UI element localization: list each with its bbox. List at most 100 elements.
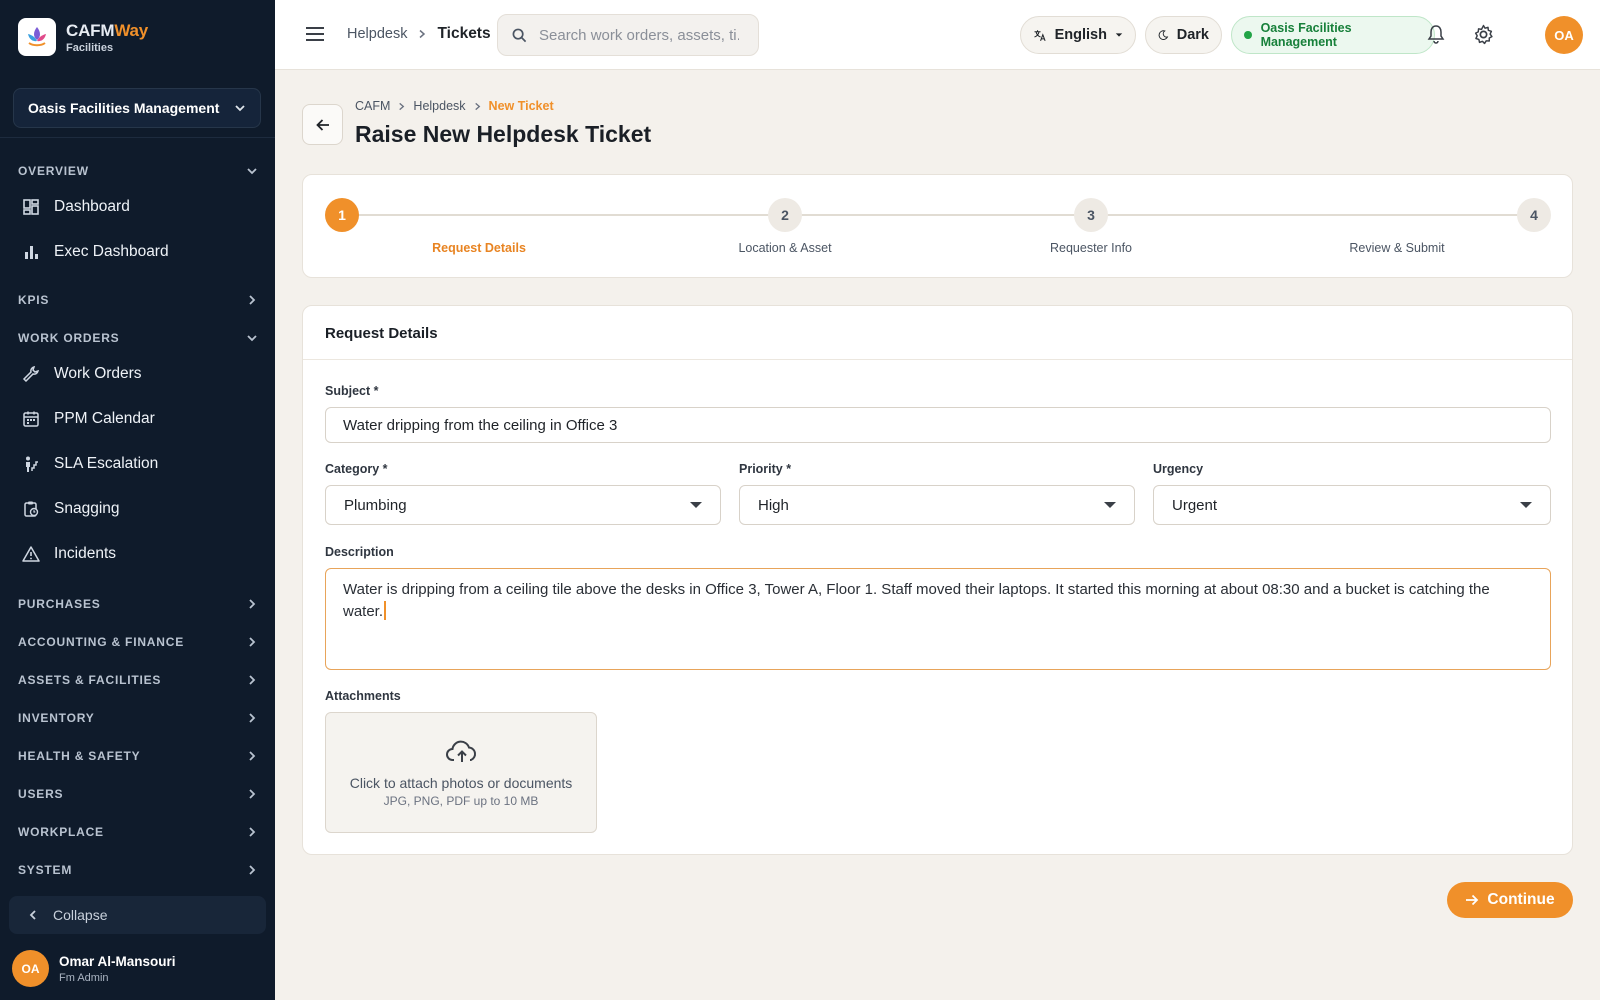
section-purchases[interactable]: PURCHASES [18,594,258,614]
cloud-upload-icon [446,740,477,762]
topbar: Helpdesk Tickets English Dark Oasis Faci… [275,0,1600,70]
section-users[interactable]: USERS [18,784,258,804]
status-dot [1244,31,1252,39]
topbar-breadcrumb: Helpdesk Tickets [347,25,491,43]
sidebar-item-sla-escalation[interactable]: SLA Escalation [22,452,262,476]
chevron-right-icon [399,102,405,110]
step-label-review-submit: Review & Submit [1349,241,1445,255]
step-3[interactable]: 3 [1074,198,1108,232]
continue-button[interactable]: Continue [1447,882,1573,918]
sidebar: CAFMWay Facilities Oasis Facilities Mana… [0,0,275,1000]
brand-logo-icon [18,18,56,56]
page-title: Raise New Helpdesk Ticket [355,121,652,147]
chevron-right-icon [249,827,256,837]
breadcrumb: CAFM Helpdesk New Ticket [355,99,554,113]
section-work-orders[interactable]: WORK ORDERS [18,328,258,348]
description-textarea[interactable]: Water is dripping from a ceiling tile ab… [325,568,1551,670]
chevron-right-icon [419,29,426,39]
chevron-right-icon [249,713,256,723]
sidebar-item-incidents[interactable]: Incidents [22,542,262,566]
chevron-right-icon [249,751,256,761]
priority-label: Priority * [739,462,792,476]
step-2[interactable]: 2 [768,198,802,232]
organization-badge[interactable]: Oasis Facilities Management [1231,16,1435,54]
organization-select[interactable]: Oasis Facilities Management [13,88,261,128]
search-box[interactable] [497,14,759,56]
urgency-select[interactable]: Urgent [1153,485,1551,525]
language-select[interactable]: English [1020,16,1136,54]
attachment-dropzone[interactable]: Click to attach photos or documents JPG,… [325,712,597,833]
chevron-down-icon [235,105,245,112]
category-label: Category * [325,462,388,476]
stepper: 1 2 3 4 Request Details Location & Asset… [302,174,1573,278]
card-title: Request Details [303,306,1572,360]
user-avatar[interactable]: OA [1545,16,1583,54]
user-name: Omar Al-Mansouri [59,953,176,969]
section-health-safety[interactable]: HEALTH & SAFETY [18,746,258,766]
description-label: Description [325,545,394,559]
organization-name: Oasis Facilities Management [28,100,220,116]
bell-icon[interactable] [1426,24,1446,44]
collapse-sidebar-button[interactable]: Collapse [9,896,266,934]
translate-icon [1034,29,1046,41]
section-workplace[interactable]: WORKPLACE [18,822,258,842]
sidebar-item-snagging[interactable]: Snagging [22,497,262,521]
chevron-right-icon [249,637,256,647]
caret-down-icon [690,502,702,508]
user-role: Fm Admin [59,971,109,984]
attach-hint: JPG, PNG, PDF up to 10 MB [383,794,539,808]
text-cursor [384,601,387,620]
caret-down-icon [1115,33,1123,37]
chevron-down-icon [247,168,257,175]
escalation-icon [22,455,40,473]
back-button[interactable] [302,104,343,145]
arrow-right-icon [1466,894,1479,906]
breadcrumb-helpdesk-link[interactable]: Helpdesk [413,99,465,113]
brand-name: CAFMWay [66,20,149,40]
attachments-label: Attachments [325,689,401,703]
subject-label: Subject * [325,384,379,398]
section-accounting-finance[interactable]: ACCOUNTING & FINANCE [18,632,258,652]
section-assets-facilities[interactable]: ASSETS & FACILITIES [18,670,258,690]
breadcrumb-cafm[interactable]: CAFM [355,99,390,113]
section-kpis[interactable]: KPIS [18,290,258,310]
user-profile[interactable]: OA Omar Al-Mansouri Fm Admin [12,950,176,987]
warning-icon [22,545,40,563]
sidebar-item-ppm-calendar[interactable]: PPM Calendar [22,407,262,431]
step-4[interactable]: 4 [1517,198,1551,232]
section-inventory[interactable]: INVENTORY [18,708,258,728]
breadcrumb-tickets[interactable]: Tickets [437,25,490,43]
chevron-right-icon [249,675,256,685]
request-details-card: Request Details Subject * Category * Plu… [302,305,1573,855]
calendar-icon [22,410,40,428]
moon-icon [1158,30,1169,40]
search-input[interactable] [539,26,739,44]
subject-input[interactable] [325,407,1551,443]
priority-select[interactable]: High [739,485,1135,525]
step-label-location-asset: Location & Asset [738,241,832,255]
section-overview[interactable]: OVERVIEW [18,161,258,181]
wrench-icon [22,365,40,383]
step-label-request-details: Request Details [432,241,526,255]
section-system[interactable]: SYSTEM [18,860,258,880]
theme-toggle[interactable]: Dark [1145,16,1222,54]
chevron-right-icon [249,865,256,875]
step-1[interactable]: 1 [325,198,359,232]
search-icon [512,28,527,42]
clipboard-clock-icon [22,500,40,518]
chevron-left-icon [29,910,36,920]
breadcrumb-helpdesk[interactable]: Helpdesk [347,26,407,42]
gear-icon[interactable] [1473,24,1494,45]
category-select[interactable]: Plumbing [325,485,721,525]
sidebar-item-work-orders[interactable]: Work Orders [22,362,262,386]
attach-instruction: Click to attach photos or documents [349,775,573,791]
chevron-right-icon [249,599,256,609]
urgency-label: Urgency [1153,462,1204,476]
sidebar-item-dashboard[interactable]: Dashboard [22,195,262,219]
brand[interactable]: CAFMWay Facilities [18,18,148,56]
chevron-right-icon [474,102,480,110]
brand-subtitle: Facilities [66,41,114,54]
menu-icon[interactable] [305,24,325,44]
chevron-right-icon [249,789,256,799]
sidebar-item-exec-dashboard[interactable]: Exec Dashboard [22,240,262,264]
